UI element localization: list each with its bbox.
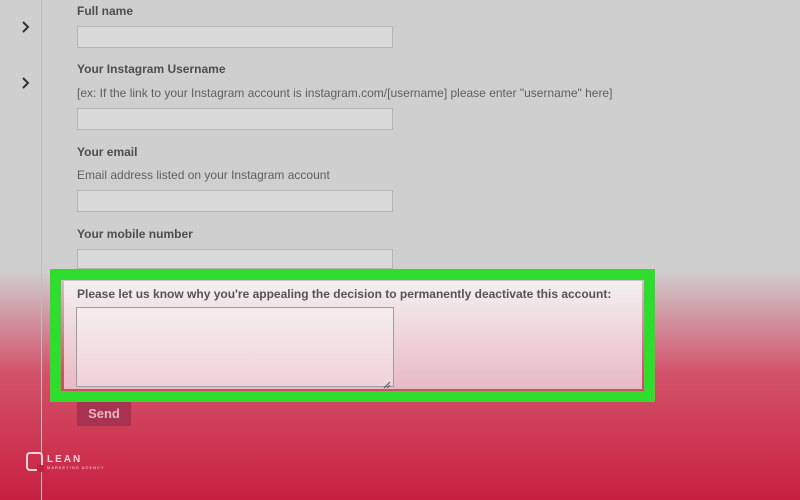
chevron-right-icon[interactable]: [18, 76, 32, 90]
instagram-username-label: Your Instagram Username: [77, 62, 226, 76]
watermark-logo: LEAN MARKETING AGENCY: [26, 452, 105, 472]
email-input[interactable]: [77, 190, 393, 212]
instagram-username-hint: [ex: If the link to your Instagram accou…: [77, 86, 613, 100]
mobile-number-input[interactable]: [77, 249, 393, 269]
send-button[interactable]: Send: [77, 402, 131, 426]
full-name-input[interactable]: [77, 26, 393, 48]
full-name-label: Full name: [77, 4, 134, 18]
logo-main-text: LEAN: [47, 453, 83, 465]
chevron-right-icon[interactable]: [18, 20, 32, 34]
mobile-number-label: Your mobile number: [77, 227, 193, 241]
sidebar-divider: [41, 0, 42, 500]
logo-sub-text: MARKETING AGENCY: [47, 464, 105, 470]
instagram-username-input[interactable]: [77, 108, 393, 130]
email-hint: Email address listed on your Instagram a…: [77, 168, 330, 182]
appeal-reason-textarea[interactable]: [76, 307, 394, 389]
appeal-reason-label: Please let us know why you're appealing …: [77, 287, 612, 301]
resize-grip-icon[interactable]: [383, 376, 391, 389]
logo-mark-icon: [26, 452, 44, 472]
email-label: Your email: [77, 145, 138, 159]
